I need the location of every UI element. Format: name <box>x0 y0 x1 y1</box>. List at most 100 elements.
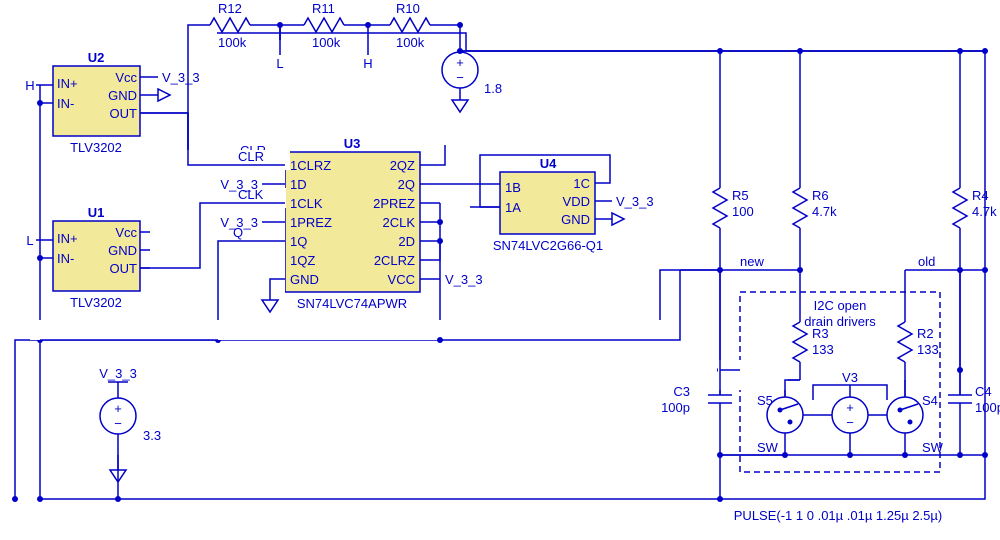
ic-U2: U2 TLV3202 IN+ IN- Vcc GND OUT <box>53 50 140 155</box>
svg-text:OUT: OUT <box>110 261 138 276</box>
svg-text:2CLRZ: 2CLRZ <box>374 253 415 268</box>
svg-text:Vcc: Vcc <box>115 70 137 85</box>
ic-U3: U3 SN74LVC74APWR 1CLRZ 1D 1CLK 1PREZ 1Q … <box>285 136 420 311</box>
svg-text:SW: SW <box>757 440 779 455</box>
svg-text:I2C open: I2C open <box>814 298 867 313</box>
svg-text:1B: 1B <box>505 180 521 195</box>
resistor-R11: R11 100k <box>290 1 360 50</box>
svg-text:100k: 100k <box>396 35 425 50</box>
svg-text:H: H <box>25 78 34 93</box>
svg-text:133: 133 <box>917 342 939 357</box>
svg-text:TLV3202: TLV3202 <box>70 295 122 310</box>
svg-text:C3: C3 <box>673 384 690 399</box>
svg-text:4.7k: 4.7k <box>812 204 837 219</box>
svg-text:CLR: CLR <box>238 149 264 164</box>
svg-text:old: old <box>918 254 935 269</box>
svg-text:Q: Q <box>233 225 243 240</box>
svg-text:new: new <box>740 254 764 269</box>
switch-S4: S4 SW <box>887 380 944 455</box>
switch-S5: S5 SW <box>757 380 803 455</box>
resistor-R4: R4 4.7k <box>953 175 997 258</box>
svg-text:V_3_3: V_3_3 <box>99 366 137 381</box>
svg-text:1.8: 1.8 <box>484 81 502 96</box>
svg-text:OUT: OUT <box>110 106 138 121</box>
svg-text:100p: 100p <box>975 400 1000 415</box>
svg-text:100: 100 <box>732 204 754 219</box>
svg-text:2D: 2D <box>398 234 415 249</box>
svg-text:V_3_3: V_3_3 <box>616 194 654 209</box>
svg-text:−: − <box>456 70 464 85</box>
svg-text:2PREZ: 2PREZ <box>373 196 415 211</box>
ic-U4: U4 SN74LVC2G66-Q1 1B 1A 1C VDD GND <box>493 156 603 253</box>
svg-text:U1: U1 <box>88 205 105 220</box>
svg-text:1D: 1D <box>290 177 307 192</box>
svg-text:2Q: 2Q <box>398 177 415 192</box>
svg-text:R11: R11 <box>312 1 335 16</box>
svg-text:+: + <box>456 55 464 70</box>
svg-text:L: L <box>26 233 33 248</box>
svg-text:SN74LVC2G66-Q1: SN74LVC2G66-Q1 <box>493 238 603 253</box>
svg-text:U3: U3 <box>344 136 361 151</box>
svg-text:PULSE(-1 1 0 .01µ .01µ 1.25µ 2: PULSE(-1 1 0 .01µ .01µ 1.25µ 2.5µ) <box>734 508 942 523</box>
ic-U1: U1 TLV3202 IN+ IN- Vcc GND OUT <box>53 205 140 310</box>
svg-text:R3: R3 <box>812 326 829 341</box>
svg-text:R10: R10 <box>396 1 420 16</box>
svg-text:1QZ: 1QZ <box>290 253 315 268</box>
svg-text:GND: GND <box>290 272 319 287</box>
resistor-R5: R5 100 <box>713 175 754 258</box>
svg-text:IN-: IN- <box>57 96 74 111</box>
svg-text:C4: C4 <box>975 384 992 399</box>
resistor-R6: R6 4.7k <box>793 175 837 258</box>
svg-text:IN-: IN- <box>57 251 74 266</box>
svg-text:1A: 1A <box>505 200 521 215</box>
svg-text:+: + <box>114 401 122 416</box>
svg-text:2CLK: 2CLK <box>382 215 415 230</box>
svg-text:U4: U4 <box>540 156 557 171</box>
svg-text:TLV3202: TLV3202 <box>70 140 122 155</box>
svg-text:133: 133 <box>812 342 834 357</box>
svg-text:3.3: 3.3 <box>143 428 161 443</box>
svg-text:GND: GND <box>108 243 137 258</box>
svg-text:V_3_3: V_3_3 <box>445 272 483 287</box>
svg-text:100p: 100p <box>661 400 690 415</box>
svg-text:IN+: IN+ <box>57 231 78 246</box>
svg-text:GND: GND <box>108 88 137 103</box>
svg-text:H: H <box>363 56 372 71</box>
svg-text:Vcc: Vcc <box>115 225 137 240</box>
svg-text:1C: 1C <box>573 176 590 191</box>
svg-text:L: L <box>276 56 283 71</box>
svg-text:R2: R2 <box>917 326 934 341</box>
svg-text:R12: R12 <box>218 1 242 16</box>
resistor-R10: R10 100k <box>376 1 446 50</box>
resistor-R12: R12 100k <box>196 1 266 50</box>
svg-text:R5: R5 <box>732 188 749 203</box>
svg-text:1PREZ: 1PREZ <box>290 215 332 230</box>
svg-text:R4: R4 <box>972 188 989 203</box>
svg-text:S5: S5 <box>757 393 773 408</box>
svg-text:4.7k: 4.7k <box>972 204 997 219</box>
svg-text:GND: GND <box>561 212 590 227</box>
svg-text:SW: SW <box>922 440 944 455</box>
svg-text:+: + <box>846 400 854 415</box>
svg-text:IN+: IN+ <box>57 76 78 91</box>
svg-text:1CLK: 1CLK <box>290 196 323 211</box>
capacitor-C4: C4 100p <box>948 370 1000 430</box>
voltage-source-3p3: V_3_3 + − 3.3 <box>99 366 161 482</box>
svg-text:−: − <box>114 416 122 431</box>
svg-text:VCC: VCC <box>388 272 415 287</box>
svg-text:1CLRZ: 1CLRZ <box>290 158 331 173</box>
svg-text:1Q: 1Q <box>290 234 307 249</box>
svg-text:2QZ: 2QZ <box>390 158 415 173</box>
resistor-R2: R2 133 <box>898 310 939 380</box>
svg-text:V_3_3: V_3_3 <box>162 70 200 85</box>
schematic: .wire{stroke:#0000c8;stroke-width:1.5;fi… <box>0 0 1000 540</box>
svg-text:−: − <box>846 415 854 430</box>
svg-text:S4: S4 <box>922 393 938 408</box>
voltage-source-V3: + − V3 <box>832 370 868 455</box>
svg-text:100k: 100k <box>312 35 341 50</box>
svg-text:CLK: CLK <box>238 187 264 202</box>
svg-text:R6: R6 <box>812 188 829 203</box>
svg-text:100k: 100k <box>218 35 247 50</box>
svg-text:SN74LVC74APWR: SN74LVC74APWR <box>297 296 407 311</box>
svg-text:VDD: VDD <box>563 194 590 209</box>
